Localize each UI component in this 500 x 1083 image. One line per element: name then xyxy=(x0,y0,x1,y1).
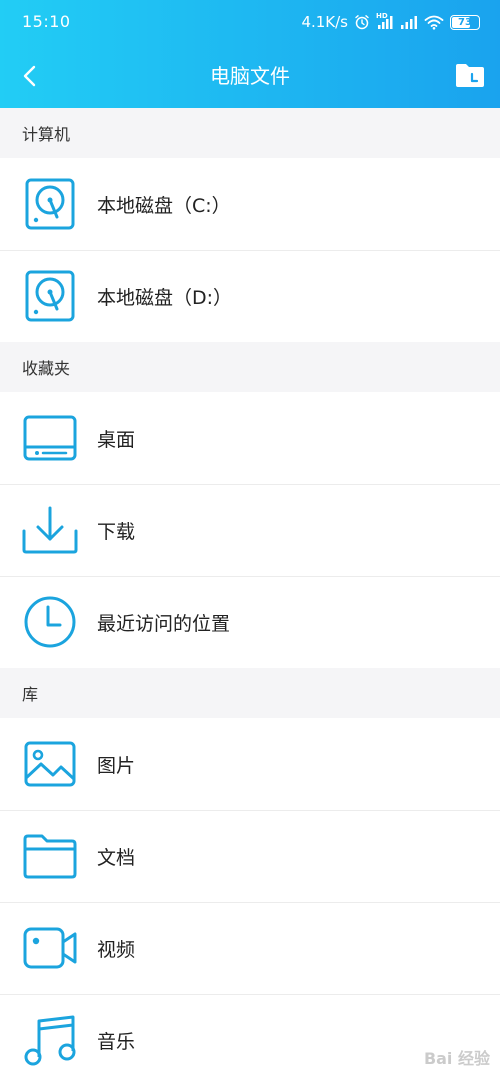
list-item-label: 桌面 xyxy=(97,428,136,451)
battery-icon: 73 xyxy=(450,14,480,30)
status-time: 15:10 xyxy=(22,12,71,31)
list-item-label: 文档 xyxy=(97,846,136,869)
folder-action-button[interactable] xyxy=(454,60,486,90)
clock-icon xyxy=(21,593,79,651)
hard-disk-icon xyxy=(21,175,79,233)
status-bar: 15:10 4.1K/s HD 73 xyxy=(0,0,500,44)
list-item-disk-c[interactable]: 本地磁盘（C:） xyxy=(0,158,500,250)
list-item-label: 本地磁盘（C:） xyxy=(97,194,231,217)
video-icon xyxy=(21,919,79,977)
list-item-desktop[interactable]: 桌面 xyxy=(0,392,500,484)
folder-icon xyxy=(21,827,79,885)
hard-disk-icon xyxy=(21,267,79,325)
watermark: Bai 经验 xyxy=(423,1049,490,1068)
list-item-disk-d[interactable]: 本地磁盘（D:） xyxy=(0,250,500,342)
wifi-icon xyxy=(424,15,444,30)
list-item-label: 最近访问的位置 xyxy=(97,612,231,635)
list-item-recent[interactable]: 最近访问的位置 xyxy=(0,576,500,668)
section-header-library: 库 xyxy=(0,668,500,718)
signal-hd-icon: HD xyxy=(376,11,394,30)
signal-icon xyxy=(400,15,418,30)
list-item-pictures[interactable]: 图片 xyxy=(0,718,500,810)
music-icon xyxy=(21,1011,79,1069)
net-speed: 4.1K/s xyxy=(301,13,348,31)
alarm-icon xyxy=(354,14,370,30)
list-item-label: 下载 xyxy=(97,520,136,543)
content-list: 计算机 本地磁盘（C:） 本地磁盘（D:） 收藏夹 桌面 下载 最近访问的位置 … xyxy=(0,108,500,1083)
folder-icon xyxy=(456,64,484,87)
list-item-documents[interactable]: 文档 xyxy=(0,810,500,902)
section-header-computer: 计算机 xyxy=(0,108,500,158)
list-item-label: 音乐 xyxy=(97,1030,136,1053)
hd-badge: HD xyxy=(376,11,388,20)
list-item-label: 视频 xyxy=(97,938,136,961)
status-icons: 4.1K/s HD 73 xyxy=(301,11,480,33)
image-icon xyxy=(21,735,79,793)
list-item-download[interactable]: 下载 xyxy=(0,484,500,576)
download-icon xyxy=(21,501,79,559)
section-header-favorites: 收藏夹 xyxy=(0,342,500,392)
list-item-music[interactable]: 音乐 xyxy=(0,994,500,1083)
list-item-label: 图片 xyxy=(97,754,136,777)
desktop-icon xyxy=(21,409,79,467)
list-item-label: 本地磁盘（D:） xyxy=(97,286,233,309)
page-title: 电脑文件 xyxy=(210,64,290,88)
list-item-videos[interactable]: 视频 xyxy=(0,902,500,994)
app-header: 15:10 4.1K/s HD 73 电脑文件 xyxy=(0,0,500,108)
battery-level: 73 xyxy=(458,16,472,28)
